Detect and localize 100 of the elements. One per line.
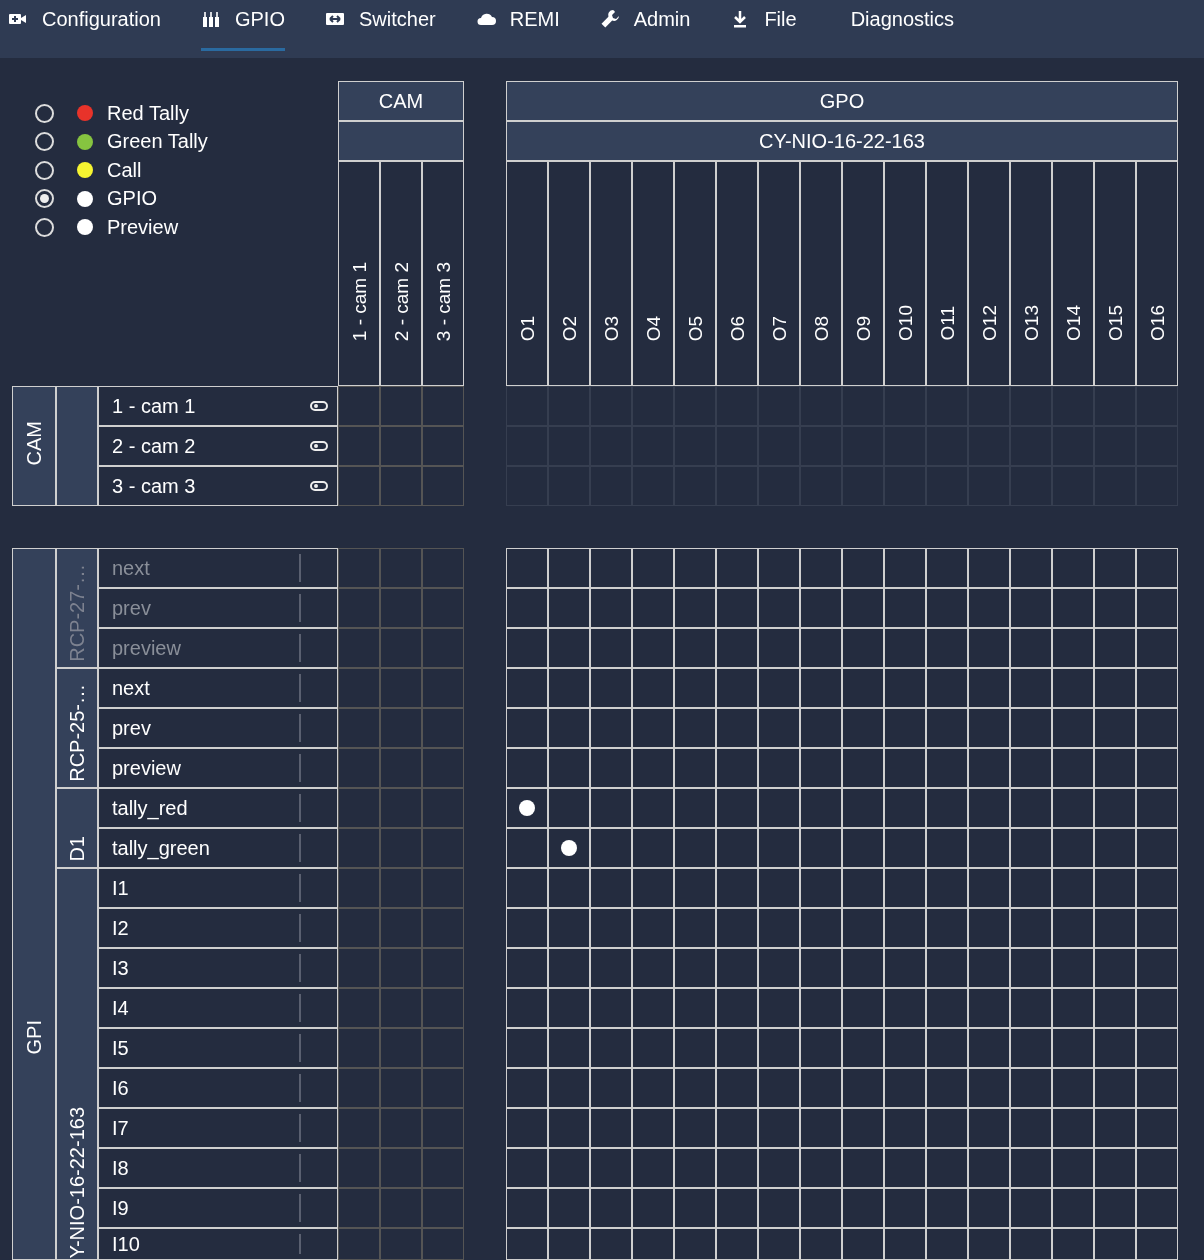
crosspoint-cell[interactable]	[380, 1108, 422, 1148]
crosspoint-cell[interactable]	[338, 386, 380, 426]
crosspoint-cell[interactable]	[1094, 386, 1136, 426]
crosspoint-cell[interactable]	[1136, 386, 1178, 426]
crosspoint-cell[interactable]	[380, 548, 422, 588]
crosspoint-cell[interactable]	[338, 748, 380, 788]
crosspoint-cell[interactable]	[338, 548, 380, 588]
crosspoint-cell[interactable]	[338, 868, 380, 908]
crosspoint-cell[interactable]	[590, 386, 632, 426]
crosspoint-cell[interactable]	[926, 386, 968, 426]
crosspoint-cell[interactable]	[422, 1108, 464, 1148]
crosspoint-cell[interactable]	[506, 386, 548, 426]
crosspoint-cell[interactable]	[338, 628, 380, 668]
crosspoint-cell[interactable]	[422, 868, 464, 908]
column-header: O16	[1136, 161, 1178, 386]
crosspoint-cell[interactable]	[632, 386, 674, 426]
crosspoint-cell[interactable]	[338, 426, 380, 466]
radio-button[interactable]	[35, 132, 54, 152]
crosspoint-cell[interactable]	[338, 1068, 380, 1108]
crosspoint-cell[interactable]	[758, 386, 800, 426]
crosspoint-cell[interactable]	[338, 828, 380, 868]
crosspoint-cell[interactable]	[422, 1068, 464, 1108]
crosspoint-cell[interactable]	[380, 588, 422, 628]
column-header: 1 - cam 1	[338, 161, 380, 386]
nav-tab[interactable]: Diagnostics	[850, 0, 954, 51]
legend-label: Preview	[107, 215, 179, 239]
crosspoint-cell[interactable]	[380, 628, 422, 668]
crosspoint-cell[interactable]	[380, 1028, 422, 1068]
crosspoint-cell[interactable]	[422, 1188, 464, 1228]
crosspoint-cell[interactable]	[380, 788, 422, 828]
radio-button[interactable]	[35, 103, 54, 123]
radio-button[interactable]	[35, 217, 54, 237]
crosspoint-cell[interactable]	[422, 548, 464, 588]
crosspoint-cell[interactable]	[338, 588, 380, 628]
crosspoint-cell[interactable]	[380, 868, 422, 908]
crosspoint-cell[interactable]	[380, 748, 422, 788]
crosspoint-cell[interactable]	[338, 988, 380, 1028]
crosspoint-cell[interactable]	[422, 588, 464, 628]
nav-tab[interactable]: File	[730, 0, 797, 51]
crosspoint-cell[interactable]	[380, 1148, 422, 1188]
nav-tab[interactable]: REMI	[475, 0, 560, 51]
nav-tab[interactable]: Switcher	[325, 0, 436, 51]
crosspoint-cell[interactable]	[380, 668, 422, 708]
crosspoint-cell[interactable]	[338, 668, 380, 708]
crosspoint-cell[interactable]	[716, 386, 758, 426]
crosspoint-cell[interactable]	[338, 948, 380, 988]
crosspoint-cell[interactable]	[380, 1228, 422, 1260]
crosspoint-cell[interactable]	[422, 1148, 464, 1188]
crosspoint-cell[interactable]	[422, 386, 464, 426]
crosspoint-cell[interactable]	[422, 708, 464, 748]
crosspoint-cell[interactable]	[1010, 386, 1052, 426]
crosspoint-cell[interactable]	[422, 788, 464, 828]
crosspoint-cell[interactable]	[422, 1228, 464, 1260]
crosspoint-cell[interactable]	[338, 908, 380, 948]
crosspoint-cell[interactable]	[422, 668, 464, 708]
crosspoint-cell[interactable]	[422, 908, 464, 948]
crosspoint-cell[interactable]	[422, 988, 464, 1028]
crosspoint-cell[interactable]	[380, 708, 422, 748]
crosspoint-cell[interactable]	[380, 1068, 422, 1108]
crosspoint-cell[interactable]	[842, 386, 884, 426]
crosspoint-cell[interactable]	[380, 908, 422, 948]
radio-button[interactable]	[35, 160, 54, 180]
crosspoint-cell[interactable]	[380, 988, 422, 1028]
crosspoint-cell[interactable]	[422, 1028, 464, 1068]
nav-tab[interactable]: Configuration	[8, 0, 161, 51]
crosspoint-cell[interactable]	[380, 948, 422, 988]
crosspoint-cell[interactable]	[380, 828, 422, 868]
crosspoint-cell[interactable]	[338, 1228, 380, 1260]
bottles-icon	[200, 9, 221, 29]
input-label: I5	[112, 1036, 130, 1060]
crosspoint-cell[interactable]	[800, 386, 842, 426]
device-group-label: RCP-27-…	[56, 548, 98, 668]
toggle-icon[interactable]	[310, 441, 328, 451]
crosspoint-cell[interactable]	[338, 708, 380, 748]
crosspoint-cell[interactable]	[380, 426, 422, 466]
crosspoint-cell[interactable]	[338, 466, 380, 506]
crosspoint-cell[interactable]	[968, 386, 1010, 426]
crosspoint-cell[interactable]	[422, 426, 464, 466]
crosspoint-cell[interactable]	[338, 1188, 380, 1228]
nav-tab[interactable]: Admin	[599, 0, 691, 51]
crosspoint-cell[interactable]	[338, 788, 380, 828]
crosspoint-cell[interactable]	[338, 1108, 380, 1148]
toggle-icon[interactable]	[310, 401, 328, 411]
crosspoint-cell[interactable]	[422, 748, 464, 788]
toggle-icon[interactable]	[310, 481, 328, 491]
crosspoint-cell[interactable]	[380, 1188, 422, 1228]
crosspoint-cell[interactable]	[1052, 386, 1094, 426]
crosspoint-cell[interactable]	[884, 386, 926, 426]
crosspoint-cell[interactable]	[674, 386, 716, 426]
crosspoint-cell[interactable]	[380, 466, 422, 506]
radio-button[interactable]	[35, 189, 54, 209]
crosspoint-cell[interactable]	[422, 628, 464, 668]
crosspoint-cell[interactable]	[422, 828, 464, 868]
crosspoint-cell[interactable]	[338, 1028, 380, 1068]
crosspoint-cell[interactable]	[422, 466, 464, 506]
crosspoint-cell[interactable]	[422, 948, 464, 988]
nav-tab[interactable]: GPIO	[200, 0, 285, 51]
crosspoint-cell[interactable]	[338, 1148, 380, 1188]
crosspoint-cell[interactable]	[380, 386, 422, 426]
crosspoint-cell[interactable]	[548, 386, 590, 426]
